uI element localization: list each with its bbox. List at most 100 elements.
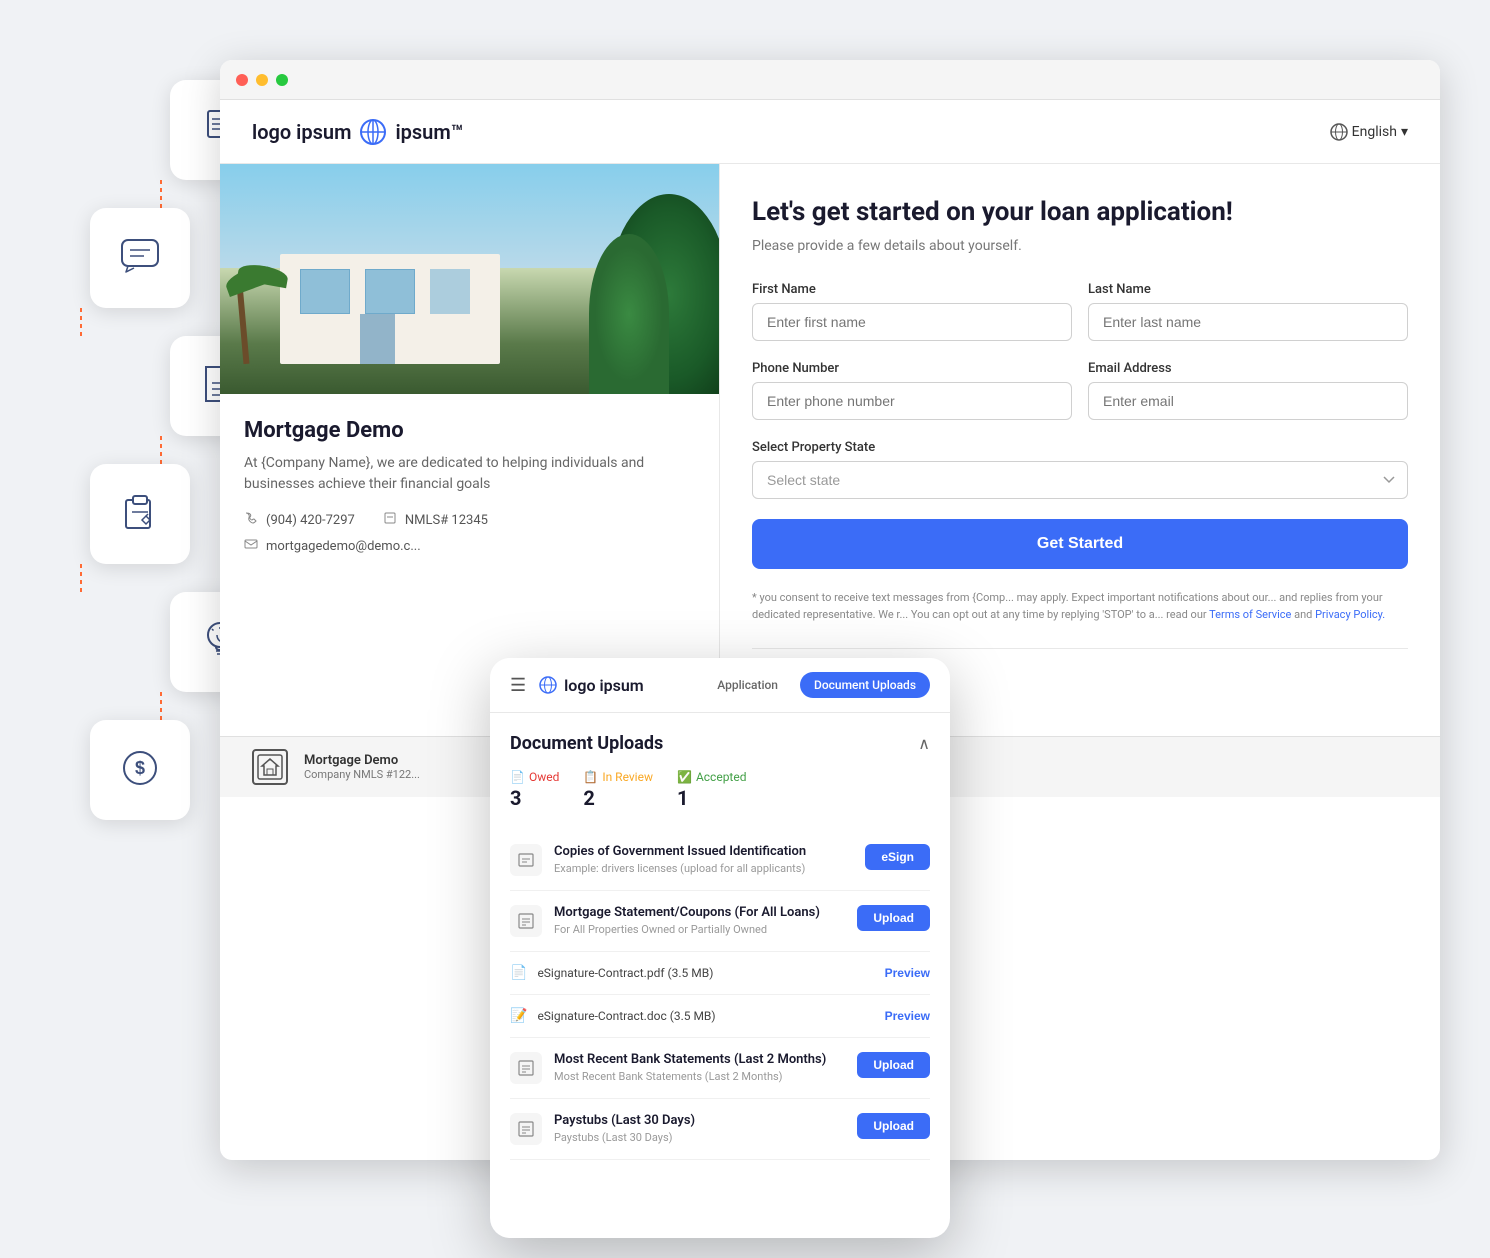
first-name-input[interactable] <box>752 303 1072 341</box>
doc-sub-paystubs: Paystubs (Last 30 Days) <box>554 1131 845 1144</box>
upload-button-bank[interactable]: Upload <box>857 1052 930 1078</box>
app-header: logo ipsum ipsum™ English ▾ <box>220 100 1440 164</box>
phone-label: Phone Number <box>752 361 1072 376</box>
review-count: 2 <box>583 786 653 810</box>
review-label: 📋 In Review <box>583 770 653 784</box>
phone-row: (904) 420-7297 NMLS# 12345 <box>244 511 695 529</box>
preview-button-doc[interactable]: Preview <box>885 1003 930 1029</box>
email-text: mortgagedemo@demo.c... <box>266 539 421 554</box>
doc-item-govt-id: Copies of Government Issued Identificati… <box>510 830 930 891</box>
listing-info: Mortgage Demo At {Company Name}, we are … <box>220 394 719 579</box>
doc-name-paystubs: Paystubs (Last 30 Days) <box>554 1113 845 1128</box>
owed-dot: 📄 <box>510 770 525 784</box>
stat-owed: 📄 Owed 3 <box>510 770 559 810</box>
collapse-icon[interactable]: ∧ <box>918 734 930 753</box>
nmls-text: NMLS# 12345 <box>405 513 488 528</box>
preview-button-pdf[interactable]: Preview <box>885 960 930 986</box>
doc-info-bank: Most Recent Bank Statements (Last 2 Mont… <box>554 1052 845 1083</box>
footer-company: Mortgage Demo <box>304 753 420 768</box>
email-icon <box>244 537 258 555</box>
mobile-card: ☰ logo ipsum Application Document Upload… <box>490 658 950 1238</box>
listing-description: At {Company Name}, we are dedicated to h… <box>244 453 695 495</box>
browser-minimize-dot[interactable] <box>256 74 268 86</box>
pdf-icon: 📄 <box>510 965 527 981</box>
email-group: Email Address <box>1088 361 1408 420</box>
doc-name-bank: Most Recent Bank Statements (Last 2 Mont… <box>554 1052 845 1067</box>
consent-text: * you consent to receive text messages f… <box>752 589 1408 624</box>
doc-name-mortgage: Mortgage Statement/Coupons (For All Loan… <box>554 905 845 920</box>
doc-icon-bank <box>510 1052 542 1084</box>
dollar-badge-icon: $ <box>120 748 160 792</box>
file-row-doc: 📝 eSignature-Contract.doc (3.5 MB) Previ… <box>510 995 930 1038</box>
doc-sub-bank: Most Recent Bank Statements (Last 2 Mont… <box>554 1070 845 1083</box>
icon-card-2 <box>90 208 190 308</box>
email-label: Email Address <box>1088 361 1408 376</box>
globe-icon <box>359 118 387 146</box>
document-list: Copies of Government Issued Identificati… <box>510 830 930 1160</box>
terms-link[interactable]: Terms of Service <box>1209 608 1291 621</box>
stat-review: 📋 In Review 2 <box>583 770 653 810</box>
accepted-count: 1 <box>677 786 747 810</box>
doc-section-title: Document Uploads <box>510 733 663 754</box>
form-title: Let's get started on your loan applicati… <box>752 196 1408 230</box>
last-name-label: Last Name <box>1088 282 1408 297</box>
accepted-dot: ✅ <box>677 770 692 784</box>
clipboard-edit-icon <box>120 492 160 536</box>
doc-icon-govt <box>510 844 542 876</box>
doc-icon-paystubs <box>510 1113 542 1145</box>
listing-panel: Mortgage Demo At {Company Name}, we are … <box>220 164 720 736</box>
phone-input[interactable] <box>752 382 1072 420</box>
state-select[interactable]: Select state <box>752 461 1408 499</box>
doc-info-mortgage: Mortgage Statement/Coupons (For All Loan… <box>554 905 845 936</box>
privacy-link[interactable]: Privacy Policy. <box>1315 608 1385 621</box>
doc-sub-govt: Example: drivers licenses (upload for al… <box>554 862 853 875</box>
doc-sub-mortgage: For All Properties Owned or Partially Ow… <box>554 923 845 936</box>
phone-text: (904) 420-7297 <box>266 513 355 528</box>
doc-info-govt: Copies of Government Issued Identificati… <box>554 844 853 875</box>
doc-info-paystubs: Paystubs (Last 30 Days) Paystubs (Last 3… <box>554 1113 845 1144</box>
get-started-button[interactable]: Get Started <box>752 519 1408 569</box>
file-row-pdf: 📄 eSignature-Contract.pdf (3.5 MB) Previ… <box>510 952 930 995</box>
mobile-logo: logo ipsum <box>538 675 691 695</box>
doc-name-govt: Copies of Government Issued Identificati… <box>554 844 853 859</box>
doc-section-header: Document Uploads ∧ <box>510 733 930 754</box>
doc-stats: 📄 Owed 3 📋 In Review 2 ✅ Accepted 1 <box>510 770 930 810</box>
contact-row: Phone Number Email Address <box>752 361 1408 420</box>
esign-button-govt[interactable]: eSign <box>865 844 930 870</box>
lang-chevron: ▾ <box>1401 124 1408 140</box>
last-name-group: Last Name <box>1088 282 1408 341</box>
doc-item-bank: Most Recent Bank Statements (Last 2 Mont… <box>510 1038 930 1099</box>
icon-card-4 <box>90 464 190 564</box>
doc-item-mortgage: Mortgage Statement/Coupons (For All Loan… <box>510 891 930 952</box>
logo-area: logo ipsum ipsum™ <box>252 118 463 146</box>
upload-button-paystubs[interactable]: Upload <box>857 1113 930 1139</box>
language-selector[interactable]: English ▾ <box>1330 123 1408 141</box>
owed-label: 📄 Owed <box>510 770 559 784</box>
chat-icon <box>120 238 160 278</box>
browser-close-dot[interactable] <box>236 74 248 86</box>
form-subtitle: Please provide a few details about yours… <box>752 238 1408 254</box>
mobile-tabs: Application Document Uploads <box>703 672 930 698</box>
tab-application[interactable]: Application <box>703 672 792 698</box>
mobile-logo-text: logo ipsum <box>564 676 644 695</box>
globe-small-icon <box>1330 123 1348 141</box>
upload-button-mortgage[interactable]: Upload <box>857 905 930 931</box>
hamburger-icon[interactable]: ☰ <box>510 675 526 696</box>
browser-maximize-dot[interactable] <box>276 74 288 86</box>
email-input[interactable] <box>1088 382 1408 420</box>
state-group: Select Property State Select state <box>752 440 1408 499</box>
property-image <box>220 164 719 394</box>
doc-icon-mortgage <box>510 905 542 937</box>
stat-accepted: ✅ Accepted 1 <box>677 770 747 810</box>
accepted-label: ✅ Accepted <box>677 770 747 784</box>
equal-housing-icon <box>252 749 288 785</box>
app-content: Mortgage Demo At {Company Name}, we are … <box>220 164 1440 736</box>
footer-info: Mortgage Demo Company NMLS #122... <box>304 753 420 781</box>
listing-meta: (904) 420-7297 NMLS# 12345 <box>244 511 695 555</box>
last-name-input[interactable] <box>1088 303 1408 341</box>
file-name-doc: eSignature-Contract.doc (3.5 MB) <box>537 1009 874 1023</box>
first-name-label: First Name <box>752 282 1072 297</box>
footer-nmls: Company NMLS #122... <box>304 768 420 781</box>
tab-document-uploads[interactable]: Document Uploads <box>800 672 930 698</box>
state-label: Select Property State <box>752 440 1408 455</box>
